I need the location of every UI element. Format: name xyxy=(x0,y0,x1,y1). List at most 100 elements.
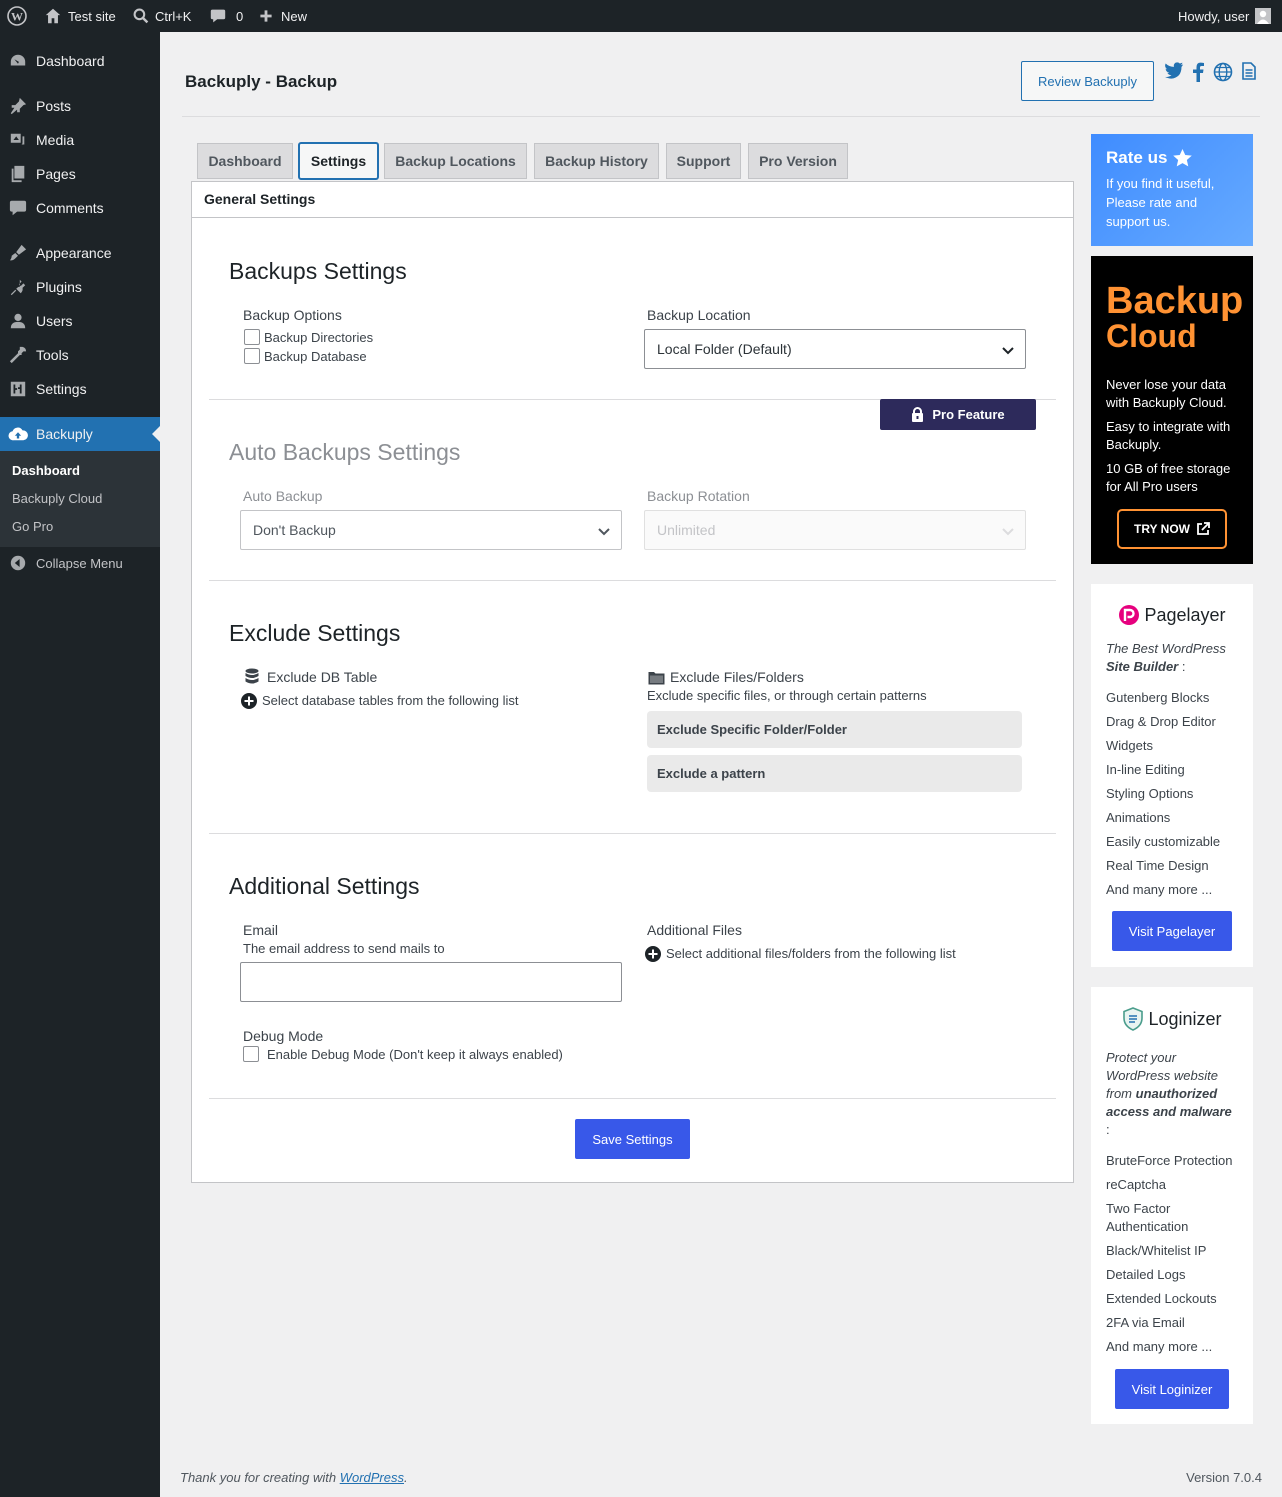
howdy-text: Howdy, user xyxy=(1178,8,1250,24)
pagelayer-feature: Widgets xyxy=(1106,738,1153,753)
pagelayer-feature: And many more ... xyxy=(1106,882,1213,897)
try-now-button[interactable]: TRY NOW xyxy=(1117,509,1227,549)
menu-dashboard[interactable]: Dashboard xyxy=(0,44,160,78)
pagelayer-feature: Drag & Drop Editor xyxy=(1106,714,1216,729)
document-icon[interactable] xyxy=(1242,62,1262,82)
loginizer-feature: And many more ... xyxy=(1106,1339,1213,1354)
add-circle-icon[interactable] xyxy=(241,693,257,709)
menu-pages[interactable]: Pages xyxy=(0,157,160,191)
tab-settings[interactable]: Settings xyxy=(298,142,379,180)
menu-tools[interactable]: Tools xyxy=(0,338,160,372)
tab-dashboard[interactable]: Dashboard xyxy=(197,143,293,179)
backup-database-checkbox[interactable] xyxy=(244,348,260,364)
collapse-menu[interactable]: Collapse Menu xyxy=(0,546,160,580)
menu-users-label: Users xyxy=(36,313,73,329)
submenu-dashboard[interactable]: Dashboard xyxy=(12,463,80,478)
backups-settings-title: Backups Settings xyxy=(229,258,407,284)
header-divider xyxy=(182,116,1260,117)
exclude-files-help: Exclude specific files, or through certa… xyxy=(647,688,927,703)
visit-pagelayer-button[interactable]: Visit Pagelayer xyxy=(1112,911,1232,951)
visit-loginizer-button[interactable]: Visit Loginizer xyxy=(1115,1369,1229,1409)
loginizer-logo: Loginizer xyxy=(1091,1007,1253,1031)
debug-mode-checkbox[interactable] xyxy=(243,1046,259,1062)
additional-files-help[interactable]: Select additional files/folders from the… xyxy=(666,946,956,961)
collapse-icon xyxy=(0,555,36,571)
twitter-icon[interactable] xyxy=(1164,62,1184,82)
save-settings-button[interactable]: Save Settings xyxy=(575,1119,690,1159)
pagelayer-promo: Pagelayer The Best WordPress Site Builde… xyxy=(1091,584,1253,967)
menu-appearance-label: Appearance xyxy=(36,245,112,261)
auto-backup-select[interactable]: Don't Backup xyxy=(240,510,622,550)
globe-icon[interactable] xyxy=(1213,62,1233,82)
backup-rotation-label: Backup Rotation xyxy=(647,488,750,504)
chevron-down-icon xyxy=(1002,528,1014,536)
wordpress-logo-icon[interactable]: W xyxy=(7,0,27,32)
active-arrow-icon xyxy=(152,426,160,442)
menu-pages-label: Pages xyxy=(36,166,76,182)
external-link-icon xyxy=(1197,522,1210,535)
pagelayer-feature: Styling Options xyxy=(1106,786,1194,801)
auto-backups-title: Auto Backups Settings xyxy=(229,439,461,465)
comments-count: 0 xyxy=(236,8,244,24)
pagelayer-feature: Real Time Design xyxy=(1106,858,1209,873)
email-input[interactable] xyxy=(240,962,622,1002)
wrench-icon xyxy=(0,346,36,364)
footer-period: . xyxy=(404,1470,408,1485)
backup-directories-label: Backup Directories xyxy=(264,330,374,345)
section-divider xyxy=(209,580,1056,581)
add-circle-icon[interactable] xyxy=(645,946,661,962)
backup-directories-checkbox[interactable] xyxy=(244,329,260,345)
tab-support[interactable]: Support xyxy=(666,143,741,179)
new-label: New xyxy=(281,8,308,24)
exclude-pattern-button[interactable]: Exclude a pattern xyxy=(647,755,1022,792)
sliders-icon xyxy=(0,380,36,398)
submenu-backuply-cloud[interactable]: Backuply Cloud xyxy=(12,491,102,506)
exclude-settings-title: Exclude Settings xyxy=(229,620,401,646)
tab-backup-history[interactable]: Backup History xyxy=(534,143,659,179)
chevron-down-icon xyxy=(1002,347,1014,355)
facebook-icon[interactable] xyxy=(1192,62,1212,82)
tab-pro-version[interactable]: Pro Version xyxy=(748,143,848,179)
menu-plugins[interactable]: Plugins xyxy=(0,270,160,304)
pagelayer-feature: Easily customizable xyxy=(1106,834,1221,849)
comments-link[interactable]: 0 xyxy=(210,0,243,32)
pagelayer-desc-end: : xyxy=(1178,659,1186,674)
backup-location-select[interactable]: Local Folder (Default) xyxy=(644,329,1026,369)
brush-icon xyxy=(0,244,36,262)
footer-thanks-text: Thank you for creating with xyxy=(180,1470,340,1485)
media-icon xyxy=(0,131,36,149)
pagelayer-feature: In-line Editing xyxy=(1106,762,1185,777)
loginizer-feature: Extended Lockouts xyxy=(1106,1291,1217,1306)
menu-backuply[interactable]: Backuply xyxy=(0,417,160,451)
wordpress-link[interactable]: WordPress xyxy=(340,1470,404,1485)
new-content-link[interactable]: New xyxy=(259,0,307,32)
backuply-cloud-promo: Backup Cloud Never lose your data with B… xyxy=(1091,256,1253,564)
tab-backup-locations[interactable]: Backup Locations xyxy=(384,143,527,179)
cloud-promo-text-1: Never lose your data with Backuply Cloud… xyxy=(1106,377,1227,410)
pagelayer-feature: Animations xyxy=(1106,810,1171,825)
loginizer-promo: Loginizer Protect your WordPress website… xyxy=(1091,987,1253,1424)
menu-posts[interactable]: Posts xyxy=(0,89,160,123)
backup-location-label: Backup Location xyxy=(647,307,751,323)
loginizer-feature: Detailed Logs xyxy=(1106,1267,1186,1282)
exclude-db-help[interactable]: Select database tables from the followin… xyxy=(262,693,519,708)
site-name-link[interactable]: Test site xyxy=(44,0,116,32)
cloud-promo-text-2: Easy to integrate with Backuply. xyxy=(1106,419,1231,452)
command-palette-link[interactable]: Ctrl+K xyxy=(133,0,191,32)
review-backuply-button[interactable]: Review Backuply xyxy=(1021,61,1154,101)
backup-rotation-select[interactable]: Unlimited xyxy=(644,510,1026,550)
user-account-link[interactable]: Howdy, user xyxy=(1178,0,1272,32)
submenu-go-pro[interactable]: Go Pro xyxy=(12,519,53,534)
pagelayer-desc-bold: Site Builder xyxy=(1106,659,1179,674)
exclude-files-label: Exclude Files/Folders xyxy=(670,669,804,685)
loginizer-feature: 2FA via Email xyxy=(1106,1315,1185,1330)
menu-comments[interactable]: Comments xyxy=(0,191,160,225)
exclude-specific-folder-button[interactable]: Exclude Specific Folder/Folder xyxy=(647,711,1022,748)
menu-users[interactable]: Users xyxy=(0,304,160,338)
rate-us-box[interactable]: Rate us If you find it useful, Please ra… xyxy=(1091,134,1253,246)
auto-backup-label: Auto Backup xyxy=(243,488,323,504)
menu-settings[interactable]: Settings xyxy=(0,372,160,406)
menu-appearance[interactable]: Appearance xyxy=(0,236,160,270)
menu-media[interactable]: Media xyxy=(0,123,160,157)
loginizer-feature: Black/Whitelist IP xyxy=(1106,1243,1207,1258)
